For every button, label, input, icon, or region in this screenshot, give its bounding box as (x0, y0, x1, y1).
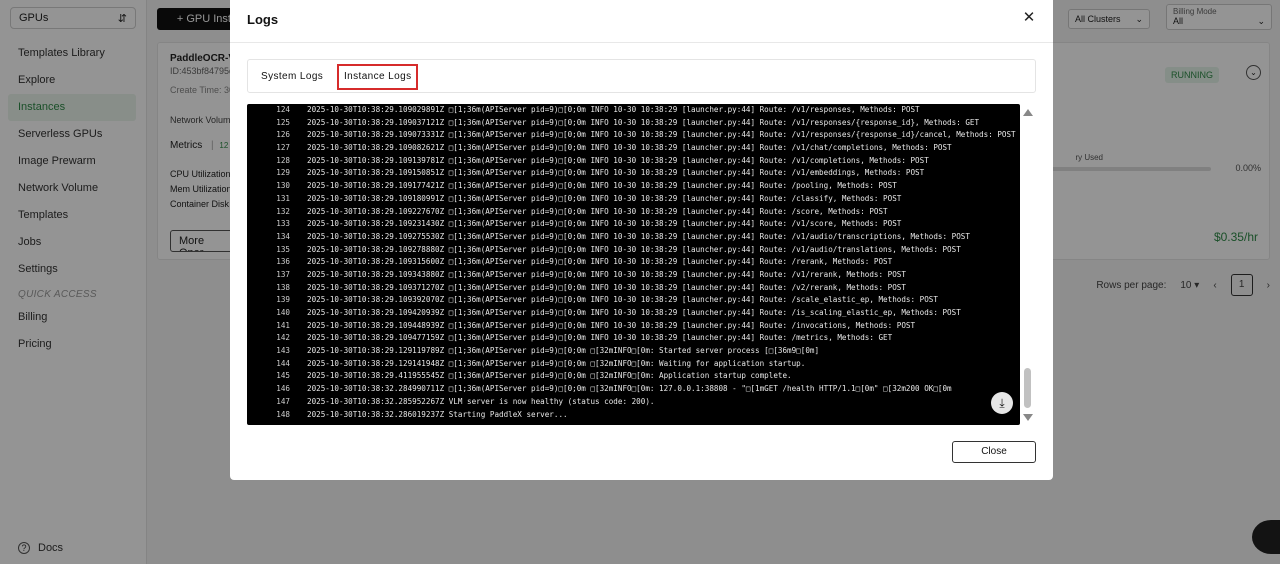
log-line-number: 138 (276, 282, 290, 292)
scrollbar-thumb[interactable] (1024, 368, 1031, 408)
log-line-number: 139 (276, 295, 290, 305)
log-line: 147 2025-10-30T10:38:32.285952267Z VLM se… (247, 396, 1020, 409)
log-line-text: 2025-10-30T10:38:29.109231430Z □[1;36m(A… (307, 219, 902, 229)
close-button[interactable]: Close (952, 441, 1036, 463)
scroll-up-arrow-icon[interactable] (1023, 109, 1033, 116)
log-line-text: 2025-10-30T10:38:29.109371270Z □[1;36m(A… (307, 282, 906, 292)
log-line: 127 2025-10-30T10:38:29.109082621Z □[1;36… (247, 142, 1020, 155)
log-line: 144 2025-10-30T10:38:29.129141948Z □[1;36… (247, 358, 1020, 371)
log-line-text: 2025-10-30T10:38:29.109227670Z □[1;36m(A… (307, 206, 888, 216)
log-line-number: 135 (276, 244, 290, 254)
log-line-text: 2025-10-30T10:38:29.109139781Z □[1;36m(A… (307, 155, 929, 165)
log-scrollbar[interactable] (1020, 104, 1034, 425)
log-line-text: 2025-10-30T10:38:29.109392070Z □[1;36m(A… (307, 295, 938, 305)
log-line-number: 146 (276, 384, 290, 394)
log-line-number: 143 (276, 346, 290, 356)
log-line: 143 2025-10-30T10:38:29.129119789Z □[1;36… (247, 345, 1020, 358)
log-line: 129 2025-10-30T10:38:29.109150851Z □[1;36… (247, 167, 1020, 180)
log-line-text: 2025-10-30T10:38:29.109278880Z □[1;36m(A… (307, 244, 961, 254)
log-line-text: 2025-10-30T10:38:29.129119789Z □[1;36m(A… (307, 346, 820, 356)
log-line-number: 132 (276, 206, 290, 216)
log-line-number: 140 (276, 308, 290, 317)
log-line-number: 127 (276, 143, 290, 153)
log-line-text: 2025-10-30T10:38:29.109150851Z □[1;36m(A… (307, 168, 925, 178)
log-line-text: 2025-10-30T10:38:29.129141948Z □[1;36m(A… (307, 358, 806, 368)
log-line-number: 126 (276, 130, 290, 140)
log-line: 124 2025-10-30T10:38:29.109029891Z □[1;36… (247, 104, 1020, 117)
log-line-number: 128 (276, 155, 290, 165)
log-line-text: 2025-10-30T10:38:29.109177421Z □[1;36m(A… (307, 181, 897, 191)
modal-title: Logs (247, 12, 279, 27)
download-icon[interactable]: ⤓ (991, 392, 1013, 414)
tab-instance-logs[interactable]: Instance Logs (337, 64, 419, 90)
log-line: 135 2025-10-30T10:38:29.109278880Z □[1;36… (247, 244, 1020, 257)
log-line-number: 133 (276, 219, 290, 229)
log-line: 142 2025-10-30T10:38:29.109477159Z □[1;36… (247, 332, 1020, 345)
log-line: 130 2025-10-30T10:38:29.109177421Z □[1;36… (247, 180, 1020, 193)
log-line: 148 2025-10-30T10:38:32.286019237Z Starti… (247, 409, 1020, 422)
log-line-text: 2025-10-30T10:38:29.109082621Z □[1;36m(A… (307, 143, 952, 153)
close-icon[interactable]: ✕ (1021, 10, 1037, 26)
log-line-number: 134 (276, 231, 290, 241)
log-lines-container: 124 2025-10-30T10:38:29.109029891Z □[1;36… (247, 104, 1020, 421)
log-line-number: 145 (276, 371, 290, 381)
log-line: 138 2025-10-30T10:38:29.109371270Z □[1;36… (247, 282, 1020, 295)
log-line-text: 2025-10-30T10:38:29.109180991Z □[1;36m(A… (307, 193, 902, 203)
log-line-text: 2025-10-30T10:38:29.109029891Z □[1;36m(A… (307, 105, 920, 114)
log-line-text: 2025-10-30T10:38:29.109343880Z □[1;36m(A… (307, 269, 906, 279)
log-line: 132 2025-10-30T10:38:29.109227670Z □[1;36… (247, 206, 1020, 219)
log-line-text: 2025-10-30T10:38:32.284990711Z □[1;36m(A… (307, 384, 952, 394)
log-line-text: 2025-10-30T10:38:29.109315600Z □[1;36m(A… (307, 257, 893, 267)
log-line: 126 2025-10-30T10:38:29.109073331Z □[1;36… (247, 129, 1020, 142)
log-line-number: 137 (276, 269, 290, 279)
log-line: 146 2025-10-30T10:38:32.284990711Z □[1;36… (247, 383, 1020, 396)
log-line-text: 2025-10-30T10:38:29.109420939Z □[1;36m(A… (307, 308, 961, 317)
scroll-down-arrow-icon[interactable] (1023, 414, 1033, 421)
log-line-text: 2025-10-30T10:38:29.109073331Z □[1;36m(A… (307, 130, 1016, 140)
log-line-text: 2025-10-30T10:38:32.286019237Z Starting … (307, 409, 568, 419)
tab-system-logs[interactable]: System Logs (256, 64, 328, 90)
log-line-text: 2025-10-30T10:38:29.109477159Z □[1;36m(A… (307, 333, 893, 343)
log-line-text: 2025-10-30T10:38:29.109037121Z □[1;36m(A… (307, 117, 980, 127)
log-line-number: 142 (276, 333, 290, 343)
log-line: 133 2025-10-30T10:38:29.109231430Z □[1;36… (247, 218, 1020, 231)
log-line: 125 2025-10-30T10:38:29.109037121Z □[1;36… (247, 117, 1020, 130)
log-viewer[interactable]: 124 2025-10-30T10:38:29.109029891Z □[1;36… (247, 104, 1020, 425)
modal-divider (230, 42, 1053, 43)
log-line-text: 2025-10-30T10:38:29.109275530Z □[1;36m(A… (307, 231, 970, 241)
log-line-number: 130 (276, 181, 290, 191)
log-line: 136 2025-10-30T10:38:29.109315600Z □[1;36… (247, 256, 1020, 269)
log-line-number: 144 (276, 358, 290, 368)
log-line-text: 2025-10-30T10:38:29.411955545Z □[1;36m(A… (307, 371, 792, 381)
log-line-number: 124 (276, 105, 290, 114)
log-line-number: 141 (276, 320, 290, 330)
log-line: 145 2025-10-30T10:38:29.411955545Z □[1;36… (247, 370, 1020, 383)
log-line-text: 2025-10-30T10:38:32.285952267Z VLM serve… (307, 396, 655, 406)
log-line-number: 148 (276, 409, 290, 419)
log-line: 139 2025-10-30T10:38:29.109392070Z □[1;36… (247, 294, 1020, 307)
log-line: 134 2025-10-30T10:38:29.109275530Z □[1;36… (247, 231, 1020, 244)
log-line-number: 136 (276, 257, 290, 267)
log-line-number: 131 (276, 193, 290, 203)
log-line-number: 125 (276, 117, 290, 127)
log-line: 140 2025-10-30T10:38:29.109420939Z □[1;36… (247, 307, 1020, 320)
log-line: 141 2025-10-30T10:38:29.109448939Z □[1;36… (247, 320, 1020, 333)
log-tabs: System Logs Instance Logs (247, 59, 1036, 93)
log-line-text: 2025-10-30T10:38:29.109448939Z □[1;36m(A… (307, 320, 916, 330)
logs-modal: Logs ✕ System Logs Instance Logs 124 2025… (230, 0, 1053, 480)
log-line: 128 2025-10-30T10:38:29.109139781Z □[1;36… (247, 155, 1020, 168)
log-line-number: 129 (276, 168, 290, 178)
log-line: 137 2025-10-30T10:38:29.109343880Z □[1;36… (247, 269, 1020, 282)
log-line-number: 147 (276, 396, 290, 406)
log-line: 131 2025-10-30T10:38:29.109180991Z □[1;36… (247, 193, 1020, 206)
